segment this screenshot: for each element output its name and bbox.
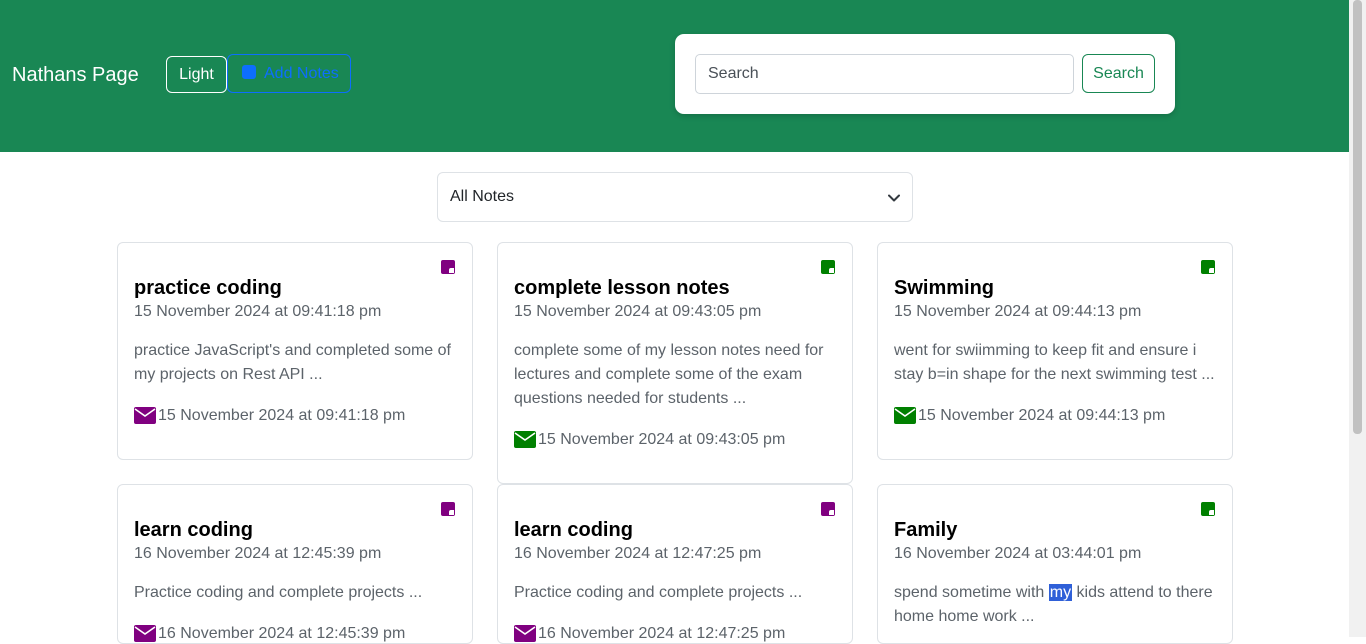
note-color-icon[interactable]: [441, 260, 455, 274]
note-title: Swimming: [894, 277, 995, 299]
note-footer-date: 16 November 2024 at 12:45:39 pm: [158, 625, 406, 642]
note-color-icon[interactable]: [1201, 502, 1215, 516]
mail-icon[interactable]: [134, 407, 156, 424]
note-footer: 15 November 2024 at 09:44:13 pm: [894, 406, 1165, 426]
note-card[interactable]: complete lesson notes 15 November 2024 a…: [497, 242, 853, 484]
add-notes-button[interactable]: Add Notes: [227, 54, 351, 93]
note-body: practice JavaScript's and completed some…: [134, 342, 451, 383]
note-body: Practice coding and complete projects ..…: [134, 584, 423, 601]
note-date: 15 November 2024 at 09:44:13 pm: [894, 303, 1142, 320]
note-body: spend sometime with my kids attend to th…: [894, 581, 1219, 629]
note-color-icon[interactable]: [821, 260, 835, 274]
note-card[interactable]: learn coding 16 November 2024 at 12:45:3…: [117, 484, 473, 644]
text-selection-highlight: my: [1048, 584, 1073, 601]
filter-selected-value: All Notes: [450, 188, 515, 205]
page-scrollbar[interactable]: [1349, 0, 1366, 637]
theme-toggle-button[interactable]: Light: [166, 56, 227, 93]
add-notes-label: Add Notes: [264, 65, 339, 82]
mail-icon[interactable]: [894, 407, 916, 424]
note-footer: 15 November 2024 at 09:43:05 pm: [514, 430, 785, 450]
search-input[interactable]: [695, 54, 1074, 94]
note-footer: 16 November 2024 at 12:45:39 pm: [134, 624, 406, 643]
note-date: 16 November 2024 at 12:47:25 pm: [514, 545, 762, 562]
note-card[interactable]: Family 16 November 2024 at 03:44:01 pm s…: [877, 484, 1233, 644]
note-title: practice coding: [134, 277, 282, 299]
note-date: 15 November 2024 at 09:41:18 pm: [134, 303, 382, 320]
mail-icon[interactable]: [134, 625, 156, 642]
note-date: 16 November 2024 at 03:44:01 pm: [894, 545, 1142, 562]
search-button[interactable]: Search: [1082, 54, 1155, 93]
note-color-icon[interactable]: [441, 502, 455, 516]
note-body: went for swiimming to keep fit and ensur…: [894, 342, 1215, 383]
note-footer-date: 15 November 2024 at 09:41:18 pm: [158, 407, 406, 424]
note-body: Practice coding and complete projects ..…: [514, 584, 803, 601]
note-footer: 15 November 2024 at 09:41:18 pm: [134, 406, 405, 426]
note-color-icon[interactable]: [821, 502, 835, 516]
mail-icon[interactable]: [514, 625, 536, 642]
note-footer-date: 15 November 2024 at 09:44:13 pm: [918, 407, 1166, 424]
brand-title[interactable]: Nathans Page: [12, 62, 139, 88]
mail-icon[interactable]: [514, 431, 536, 448]
notes-filter-select[interactable]: All Notes: [437, 172, 913, 222]
top-navbar: Nathans Page Light Add Notes Search: [0, 0, 1349, 152]
note-card[interactable]: learn coding 16 November 2024 at 12:47:2…: [497, 484, 853, 644]
note-date: 16 November 2024 at 12:45:39 pm: [134, 545, 382, 562]
note-title: learn coding: [514, 519, 633, 541]
note-color-icon[interactable]: [1201, 260, 1215, 274]
note-card[interactable]: Swimming 15 November 2024 at 09:44:13 pm…: [877, 242, 1233, 460]
note-date: 15 November 2024 at 09:43:05 pm: [514, 303, 762, 320]
note-body: complete some of my lesson notes need fo…: [514, 342, 824, 407]
scrollbar-thumb[interactable]: [1353, 0, 1362, 434]
note-footer-date: 15 November 2024 at 09:43:05 pm: [538, 431, 786, 448]
note-title: complete lesson notes: [514, 277, 730, 299]
plus-icon: [242, 65, 256, 79]
note-card[interactable]: practice coding 15 November 2024 at 09:4…: [117, 242, 473, 460]
note-footer-date: 16 November 2024 at 12:47:25 pm: [538, 625, 786, 642]
note-footer: 16 November 2024 at 12:47:25 pm: [514, 624, 786, 643]
chevron-down-icon: [888, 173, 900, 221]
note-body-text: spend sometime with: [894, 584, 1049, 601]
search-panel: Search: [675, 34, 1175, 114]
note-title: Family: [894, 519, 958, 541]
note-title: learn coding: [134, 519, 253, 541]
